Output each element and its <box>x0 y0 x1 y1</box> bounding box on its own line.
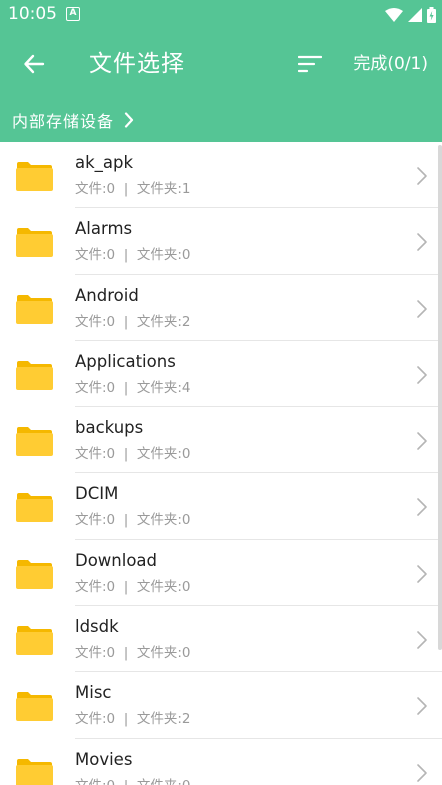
folder-icon <box>16 559 53 589</box>
folder-row[interactable]: backups 文件:0 | 文件夹:0 <box>0 407 442 474</box>
breadcrumb-label: 内部存储设备 <box>12 112 115 131</box>
folder-row[interactable]: Android 文件:0 | 文件夹:2 <box>0 275 442 341</box>
folder-meta: 文件:0 | 文件夹:2 <box>75 313 191 330</box>
app-bar: 10:05 A 文件选择 完成(0/1) 内部存储设备 <box>0 0 442 142</box>
folder-name: DCIM <box>75 484 119 504</box>
chevron-right-icon <box>417 233 427 252</box>
folder-icon <box>16 294 53 324</box>
folder-row[interactable]: DCIM 文件:0 | 文件夹:0 <box>0 473 442 540</box>
status-time: 10:05 <box>8 4 57 24</box>
folder-icon <box>16 427 53 457</box>
folder-name: ldsdk <box>75 617 119 637</box>
folder-row[interactable]: ldsdk 文件:0 | 文件夹:0 <box>0 606 442 673</box>
folder-meta: 文件:0 | 文件夹:0 <box>75 512 191 529</box>
page-title: 文件选择 <box>89 51 185 77</box>
scrollbar[interactable] <box>438 145 442 650</box>
sort-icon <box>298 55 322 73</box>
folder-icon <box>16 228 53 258</box>
chevron-right-icon <box>417 167 427 185</box>
folder-meta: 文件:0 | 文件夹:0 <box>75 446 191 463</box>
back-button[interactable] <box>14 44 54 84</box>
folder-row[interactable]: Download 文件:0 | 文件夹:0 <box>0 540 442 607</box>
folder-row[interactable]: ak_apk 文件:0 | 文件夹:1 <box>0 142 442 209</box>
folder-name: Misc <box>75 683 112 703</box>
status-icons <box>385 5 436 25</box>
battery-icon <box>427 7 436 23</box>
folder-icon <box>16 360 53 390</box>
chevron-right-icon <box>417 366 427 384</box>
folder-name: Android <box>75 285 139 305</box>
chevron-right-icon <box>417 763 427 782</box>
signal-icon <box>408 8 422 22</box>
folder-name: ak_apk <box>75 153 134 172</box>
folder-meta: 文件:0 | 文件夹:0 <box>75 645 191 662</box>
folder-row[interactable]: Movies 文件:0 | 文件夹:0 <box>0 739 442 785</box>
folder-icon <box>16 162 53 191</box>
folder-icon <box>16 626 53 656</box>
breadcrumb[interactable]: 内部存储设备 <box>0 98 442 142</box>
chevron-right-icon <box>417 498 427 517</box>
folder-name: Download <box>75 550 158 570</box>
wifi-icon <box>385 8 403 22</box>
folder-meta: 文件:0 | 文件夹:4 <box>75 379 191 396</box>
folder-icon <box>16 493 53 523</box>
folder-name: Applications <box>75 351 176 371</box>
chevron-right-icon <box>124 112 134 128</box>
folder-row[interactable]: Alarms 文件:0 | 文件夹:0 <box>0 208 442 275</box>
folder-meta: 文件:0 | 文件夹:0 <box>75 777 191 785</box>
folder-icon <box>16 692 53 722</box>
folder-name: Movies <box>75 749 133 769</box>
folder-name: backups <box>75 418 144 438</box>
chevron-right-icon <box>417 697 427 716</box>
folder-meta: 文件:0 | 文件夹:0 <box>75 578 191 595</box>
sort-button[interactable] <box>290 44 330 84</box>
folder-row[interactable]: Misc 文件:0 | 文件夹:2 <box>0 672 442 739</box>
folder-meta: 文件:0 | 文件夹:2 <box>75 711 191 728</box>
folder-name: Alarms <box>75 219 133 239</box>
folder-meta: 文件:0 | 文件夹:1 <box>75 181 191 197</box>
folder-row[interactable]: Applications 文件:0 | 文件夹:4 <box>0 341 442 408</box>
chevron-right-icon <box>417 299 427 318</box>
chevron-right-icon <box>417 432 427 450</box>
toolbar: 文件选择 完成(0/1) <box>0 30 442 98</box>
status-bar: 10:05 A <box>0 0 442 30</box>
chevron-right-icon <box>417 631 427 649</box>
notification-icon: A <box>66 7 80 21</box>
file-list: ak_apk 文件:0 | 文件夹:1 Alarms 文件:0 | 文件夹:0 Andr… <box>0 142 442 785</box>
chevron-right-icon <box>417 564 427 583</box>
folder-icon <box>16 758 53 785</box>
done-button[interactable]: 完成(0/1) <box>353 50 428 78</box>
folder-meta: 文件:0 | 文件夹:0 <box>75 247 191 264</box>
arrow-left-icon <box>24 54 45 74</box>
